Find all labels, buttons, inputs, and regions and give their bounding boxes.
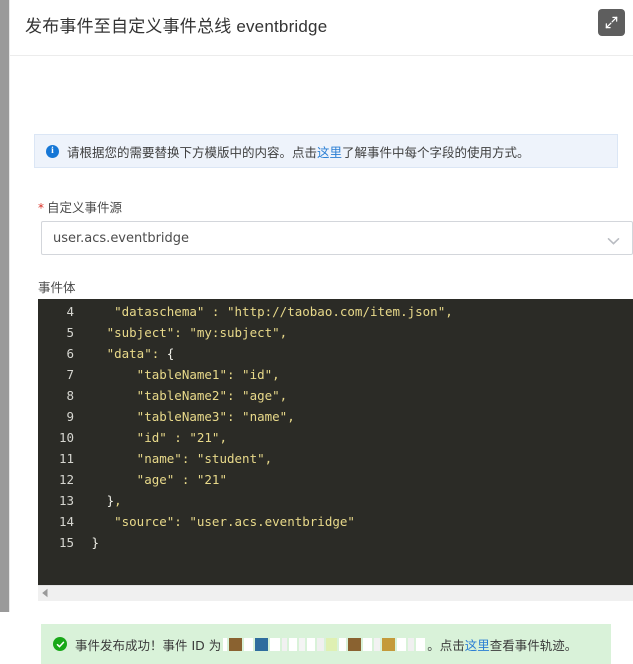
code-line: 15 }	[38, 532, 633, 553]
code-line: 8 "tableName2": "age",	[38, 385, 633, 406]
redaction-block	[255, 637, 269, 651]
event-body-code-editor[interactable]: 4 "dataschema" : "http://taobao.com/item…	[38, 299, 633, 585]
redacted-event-id	[222, 637, 426, 651]
success-text-before: 事件发布成功！事件 ID 为	[75, 637, 222, 653]
redaction-block	[408, 637, 415, 651]
code-text: "tableName3": "name",	[84, 409, 295, 424]
code-text: },	[106, 493, 122, 508]
event-source-label-text: 自定义事件源	[47, 200, 123, 215]
code-text: "name": "student",	[84, 451, 273, 466]
code-line: 13 },	[38, 490, 633, 511]
info-circle-icon: i	[46, 144, 59, 158]
line-number: 5	[66, 325, 74, 340]
redaction-block	[348, 637, 362, 651]
redaction-block	[223, 637, 228, 651]
code-line: 14 "source": "user.acs.eventbridge"	[38, 511, 633, 532]
line-number: 7	[66, 367, 74, 382]
code-line: 5 "subject": "my:subject",	[38, 322, 633, 343]
info-text-before: 请根据您的需要替换下方模版中的内容。点击	[67, 144, 318, 160]
info-banner-link[interactable]: 这里	[317, 145, 342, 160]
scroll-left-arrow-icon[interactable]	[41, 585, 49, 603]
check-circle-icon	[53, 637, 67, 651]
redaction-block	[339, 637, 347, 651]
code-text: "data": {	[84, 346, 175, 361]
event-body-label: 事件体	[38, 280, 76, 295]
code-line: 9 "tableName3": "name",	[38, 406, 633, 427]
line-number: 11	[58, 451, 74, 466]
line-number: 15	[58, 535, 74, 550]
code-text: "tableName2": "age",	[84, 388, 288, 403]
dialog-header: 发布事件至自定义事件总线 eventbridge	[10, 0, 633, 56]
info-banner-text: 请根据您的需要替换下方模版中的内容。点击这里了解事件中每个字段的使用方式。	[67, 142, 530, 161]
expand-icon[interactable]	[598, 9, 625, 36]
line-number: 8	[66, 388, 74, 403]
info-banner: i 请根据您的需要替换下方模版中的内容。点击这里了解事件中每个字段的使用方式。	[34, 134, 618, 168]
redaction-block	[317, 637, 325, 651]
code-line: 7 "tableName1": "id",	[38, 364, 633, 385]
line-number: 4	[66, 304, 74, 319]
code-text: "tableName1": "id",	[84, 367, 280, 382]
modal-overlay-dim[interactable]	[0, 0, 9, 612]
code-text: "age" : "21"	[84, 472, 227, 487]
code-text: "id" : "21",	[84, 430, 227, 445]
line-number: 9	[66, 409, 74, 424]
code-line: 12 "age" : "21"	[38, 469, 633, 490]
success-text-mid: 。点击	[427, 637, 465, 653]
redaction-block	[397, 637, 407, 651]
code-line: 11 "name": "student",	[38, 448, 633, 469]
code-line: 4 "dataschema" : "http://taobao.com/item…	[38, 301, 633, 322]
code-lines-container: 4 "dataschema" : "http://taobao.com/item…	[38, 299, 633, 553]
success-banner-link[interactable]: 这里	[465, 635, 490, 654]
event-source-value: user.acs.eventbridge	[53, 230, 190, 246]
line-number: 13	[58, 493, 74, 508]
chevron-down-icon	[607, 233, 620, 251]
code-text: "subject": "my:subject",	[84, 325, 288, 340]
redaction-block	[374, 637, 381, 651]
redaction-block	[307, 637, 316, 651]
publish-event-dialog: 发布事件至自定义事件总线 eventbridge i 请根据您的需要替换下方模版…	[9, 0, 633, 664]
editor-horizontal-scrollbar[interactable]	[38, 585, 633, 601]
required-mark: *	[38, 201, 44, 215]
redaction-block	[363, 637, 373, 651]
line-number: 14	[58, 514, 74, 529]
dialog-title: 发布事件至自定义事件总线 eventbridge	[25, 17, 328, 37]
line-number: 12	[58, 472, 74, 487]
redaction-block	[326, 637, 338, 651]
code-line: 10 "id" : "21",	[38, 427, 633, 448]
success-banner: 事件发布成功！事件 ID 为 。点击 这里 查看事件轨迹。	[41, 624, 611, 664]
code-text: "source": "user.acs.eventbridge"	[84, 514, 355, 529]
redaction-block	[416, 637, 426, 651]
success-banner-text: 事件发布成功！事件 ID 为 。点击 这里 查看事件轨迹。	[75, 635, 577, 654]
redaction-block	[299, 637, 306, 651]
event-source-label: * 自定义事件源	[38, 197, 122, 216]
line-number: 10	[58, 430, 74, 445]
dialog-body: i 请根据您的需要替换下方模版中的内容。点击这里了解事件中每个字段的使用方式。 …	[10, 56, 633, 664]
event-source-select[interactable]: user.acs.eventbridge	[41, 221, 633, 255]
redaction-block	[382, 637, 396, 651]
info-text-after: 了解事件中每个字段的使用方式。	[342, 144, 530, 160]
code-text: "dataschema" : "http://taobao.com/item.j…	[84, 304, 453, 319]
code-line: 6 "data": {	[38, 343, 633, 364]
redaction-block	[270, 637, 281, 651]
code-text: }	[91, 535, 100, 550]
line-number: 6	[66, 346, 74, 361]
redaction-block	[289, 637, 298, 651]
redaction-block	[282, 637, 288, 651]
redaction-block	[244, 637, 254, 651]
success-text-after: 查看事件轨迹。	[489, 637, 578, 653]
redaction-block	[229, 637, 243, 651]
